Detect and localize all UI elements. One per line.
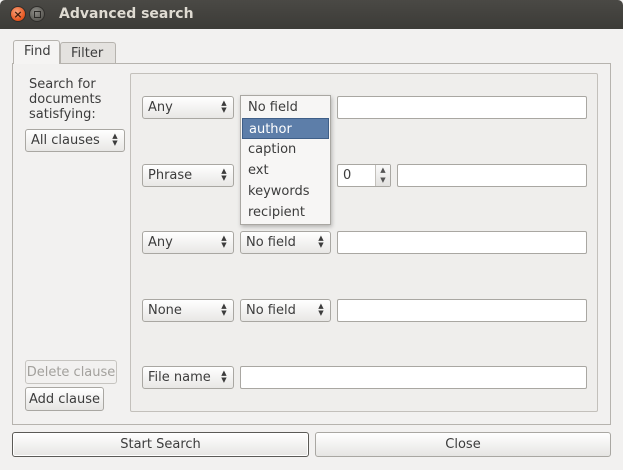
field-option[interactable]: caption (242, 139, 329, 160)
field-option[interactable]: keywords (242, 181, 329, 202)
add-clause-button[interactable]: Add clause (25, 387, 104, 411)
clause-1-value-input[interactable] (337, 96, 587, 119)
updown-arrows-icon: ▲ ▼ (221, 99, 227, 114)
updown-arrows-icon: ▲ ▼ (112, 132, 118, 147)
clause-5-value-input[interactable] (240, 366, 587, 389)
minimize-window-icon[interactable] (29, 6, 45, 22)
delete-clause-button[interactable]: Delete clause (25, 360, 117, 384)
start-search-button[interactable]: Start Search (12, 432, 309, 457)
clause-1-type-select[interactable]: Any ▲ ▼ (142, 96, 234, 119)
updown-arrows-icon: ▲ ▼ (318, 234, 324, 249)
window-title: Advanced search (59, 6, 194, 22)
spin-arrows-icon[interactable]: ▲ ▼ (375, 165, 390, 186)
updown-arrows-icon: ▲ ▼ (221, 167, 227, 182)
field-option[interactable]: ext (242, 160, 329, 181)
clause-3-field-select[interactable]: No field ▲ ▼ (240, 231, 331, 254)
field-option[interactable]: No field (242, 97, 329, 118)
tab-filter[interactable]: Filter (60, 42, 116, 64)
tab-find[interactable]: Find (13, 40, 60, 64)
title-bar: × Advanced search (0, 0, 623, 29)
clause-4-type-select[interactable]: None ▲ ▼ (142, 299, 234, 322)
match-mode-select[interactable]: All clauses ▲ ▼ (25, 129, 125, 152)
updown-arrows-icon: ▲ ▼ (221, 234, 227, 249)
field-option-selected[interactable]: author (242, 118, 329, 139)
clause-2-value-input[interactable] (397, 164, 587, 187)
clause-4-field-select[interactable]: No field ▲ ▼ (240, 299, 331, 322)
close-window-icon[interactable]: × (10, 6, 26, 22)
clause-3-type-select[interactable]: Any ▲ ▼ (142, 231, 234, 254)
field-option[interactable]: recipient (242, 202, 329, 223)
close-button[interactable]: Close (315, 432, 611, 457)
clause-5-type-select[interactable]: File name ▲ ▼ (142, 366, 234, 389)
clause-4-value-input[interactable] (337, 299, 587, 322)
updown-arrows-icon: ▲ ▼ (221, 302, 227, 317)
updown-arrows-icon: ▲ ▼ (221, 369, 227, 384)
clause-3-value-input[interactable] (337, 231, 587, 254)
field-dropdown-list[interactable]: No field author caption ext keywords rec… (240, 95, 331, 225)
search-for-label: Search for documents satisfying: (29, 77, 102, 122)
clause-2-proximity-spinbox[interactable]: 0 ▲ ▼ (337, 164, 391, 187)
clause-2-type-select[interactable]: Phrase ▲ ▼ (142, 164, 234, 187)
updown-arrows-icon: ▲ ▼ (318, 302, 324, 317)
